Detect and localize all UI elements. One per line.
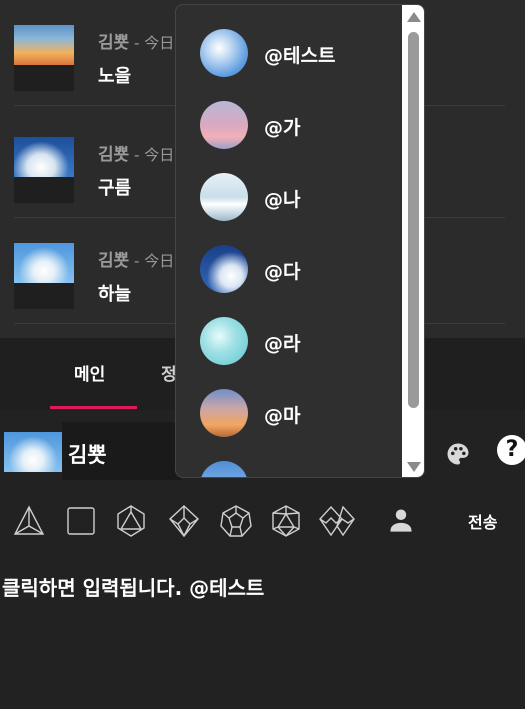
mention-option[interactable]: @가 xyxy=(176,89,402,161)
message-input-text[interactable]: 클릭하면 입력됩니다. @테스트 xyxy=(2,572,264,601)
sky-photo xyxy=(14,243,74,283)
person-icon[interactable] xyxy=(387,506,415,534)
mention-label: @테스트 xyxy=(264,45,336,67)
mention-avatar xyxy=(200,317,248,365)
d10-icon[interactable] xyxy=(167,504,201,538)
mention-label: @마 xyxy=(264,405,301,427)
message-author: 김뿃 xyxy=(98,145,130,165)
mention-label: @다 xyxy=(264,261,301,283)
message-meta: 김뿃 - 今日 xyxy=(98,140,174,165)
tab-main[interactable]: 메인 xyxy=(74,360,105,385)
palette-icon[interactable] xyxy=(444,440,472,468)
message-text: 노을 xyxy=(98,66,132,87)
d20-icon[interactable] xyxy=(269,504,303,538)
message-text: 구름 xyxy=(98,178,132,199)
mention-option[interactable]: @마 xyxy=(176,377,402,449)
mention-avatar xyxy=(200,173,248,221)
message-text: 하늘 xyxy=(98,284,132,305)
mention-option[interactable]: @다 xyxy=(176,233,402,305)
dropdown-scrollbar[interactable] xyxy=(402,5,424,477)
mention-avatar xyxy=(200,101,248,149)
message-time: - 今日 xyxy=(129,34,175,52)
mention-label: @나 xyxy=(264,189,301,211)
mention-option[interactable]: @나 xyxy=(176,161,402,233)
message-meta: 김뿃 - 今日 xyxy=(98,28,174,53)
mention-option[interactable]: @테스트 xyxy=(176,17,402,89)
message-time: - 今日 xyxy=(129,252,175,270)
d4-icon[interactable] xyxy=(12,504,46,538)
send-button[interactable]: 전송 xyxy=(468,509,497,533)
scroll-up-icon[interactable] xyxy=(407,12,421,22)
sunset-photo xyxy=(14,25,74,65)
character-name: 김뿃 xyxy=(68,443,107,467)
scroll-thumb[interactable] xyxy=(408,32,419,408)
active-tab-indicator xyxy=(50,406,137,409)
message-thumbnail xyxy=(14,25,74,91)
mention-label: @라 xyxy=(264,333,301,355)
mention-avatar xyxy=(200,461,248,477)
d6-icon[interactable] xyxy=(64,504,98,538)
mention-avatar xyxy=(200,29,248,77)
help-icon[interactable]: ? xyxy=(497,435,525,465)
message-thumbnail xyxy=(14,137,74,203)
message-author: 김뿃 xyxy=(98,251,130,271)
dice-toolbar: 전송 xyxy=(0,482,525,562)
scroll-down-icon[interactable] xyxy=(407,462,421,472)
mention-label: @가 xyxy=(264,117,301,139)
d8-icon[interactable] xyxy=(114,504,148,538)
character-avatar[interactable] xyxy=(4,432,62,472)
mention-option[interactable]: @라 xyxy=(176,305,402,377)
character-name-field[interactable]: 김뿃 xyxy=(62,422,182,480)
d100-icon[interactable] xyxy=(318,504,356,538)
mention-dropdown: @테스트 @가 @나 @다 @라 @마 @바 xyxy=(175,4,425,478)
message-input[interactable]: 클릭하면 입력됩니다. @테스트 xyxy=(0,562,525,709)
mention-label: @바 xyxy=(264,473,300,477)
message-thumbnail xyxy=(14,243,74,309)
mention-avatar xyxy=(200,245,248,293)
message-time: - 今日 xyxy=(129,146,175,164)
message-author: 김뿃 xyxy=(98,33,130,53)
d12-icon[interactable] xyxy=(219,504,253,538)
message-meta: 김뿃 - 今日 xyxy=(98,246,174,271)
mention-option[interactable]: @바 xyxy=(176,449,402,477)
cloud-photo xyxy=(14,137,74,177)
mention-avatar xyxy=(200,389,248,437)
